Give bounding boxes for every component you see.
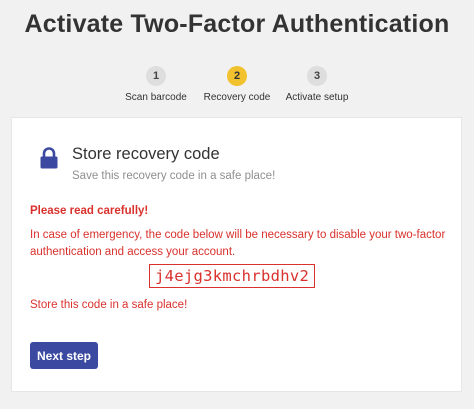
step-recovery-code: 2 Recovery code: [192, 66, 282, 103]
page-title: Activate Two-Factor Authentication: [24, 10, 450, 38]
recovery-code[interactable]: j4ejg3kmchrbdhv2: [149, 264, 316, 288]
step-label: Activate setup: [285, 92, 349, 103]
stepper: 1 Scan barcode 2 Recovery code 3 Activat…: [0, 66, 474, 106]
next-step-button[interactable]: Next step: [30, 342, 98, 369]
lock-icon: [40, 147, 58, 169]
section-subtitle: Save this recovery code in a safe place!: [72, 170, 276, 182]
warning-title: Please read carefully!: [30, 205, 149, 217]
store-code-text: Store this code in a safe place!: [30, 299, 188, 311]
step-label: Scan barcode: [125, 92, 187, 103]
step-number: 2: [227, 66, 247, 86]
step-label: Recovery code: [203, 92, 271, 103]
warning-text: In case of emergency, the code below wil…: [30, 229, 446, 258]
step-scan-barcode: 1 Scan barcode: [111, 66, 201, 103]
step-activate-setup: 3 Activate setup: [272, 66, 362, 103]
step-number: 1: [146, 66, 166, 86]
section-title: Store recovery code: [72, 145, 220, 163]
step-number: 3: [307, 66, 327, 86]
